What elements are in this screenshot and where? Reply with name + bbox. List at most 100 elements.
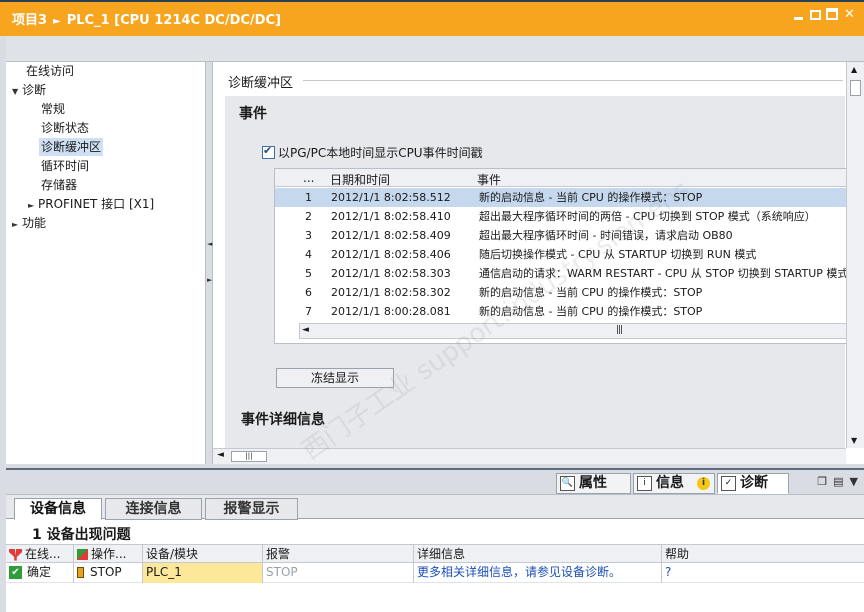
event-detail-title: 事件详细信息 [241, 412, 325, 428]
tab-alarm-display[interactable]: 报警显示 [205, 498, 298, 520]
event-datetime: 2012/1/1 8:02:58.302 [331, 286, 451, 299]
nav-online-access[interactable]: 在线访问 [26, 62, 74, 80]
nav-profinet-label: PROFINET 接口 [X1] [38, 197, 155, 211]
nav-diagnostics[interactable]: ▼ 诊断 [12, 81, 46, 99]
event-row[interactable]: 1 2012/1/1 8:02:58.512 新的启动信息 - 当前 CPU 的操作… [275, 188, 856, 207]
col-event[interactable]: 事件 [477, 171, 501, 188]
col-online[interactable]: 在线... [6, 545, 74, 564]
info-badge-icon: i [697, 477, 710, 490]
online-status-icon [9, 548, 22, 561]
minimize-icon[interactable] [792, 8, 805, 21]
alarm-cell: STOP [263, 563, 414, 583]
device-info-header: 在线... 操作... 设备/模块 报警 详细信息 帮助 [6, 544, 864, 564]
device-cell[interactable]: PLC_1 [143, 563, 263, 583]
event-datetime: 2012/1/1 8:02:58.406 [331, 248, 451, 261]
mode-cell: STOP [74, 563, 143, 583]
expand-down-icon[interactable]: ▼ [12, 83, 22, 101]
scroll-thumb[interactable]: ||| [231, 451, 267, 462]
event-datetime: 2012/1/1 8:02:58.410 [331, 210, 451, 223]
col-online-label: 在线... [25, 547, 61, 561]
scroll-down-icon[interactable]: ▼ [851, 436, 857, 445]
nav-diagnostics-label: 诊断 [22, 83, 47, 97]
detail-link[interactable]: 更多相关详细信息，请参见设备诊断。 [414, 563, 662, 583]
nav-diag-buffer[interactable]: 诊断缓冲区 [39, 138, 104, 156]
scroll-left-icon[interactable]: ◄ [302, 325, 309, 335]
restore-icon[interactable] [810, 10, 821, 20]
editor-toolbar [6, 36, 864, 62]
tab-properties[interactable]: 🔍 属性 [556, 473, 631, 494]
events-title: 事件 [239, 106, 267, 122]
restore-icon[interactable]: ❐ [817, 475, 827, 488]
event-row[interactable]: 4 2012/1/1 8:02:58.406 随后切换操作模式 - CPU 从 ST… [275, 245, 856, 264]
tab-info[interactable]: i 信息 i [633, 473, 715, 494]
online-value: 确定 [27, 565, 52, 579]
device-info-table: 在线... 操作... 设备/模块 报警 详细信息 帮助 ✔ 确定 STOP PL… [6, 544, 864, 612]
section-heading: 诊断缓冲区 [228, 76, 294, 91]
table-row[interactable]: ✔ 确定 STOP PLC_1 STOP 更多相关详细信息，请参见设备诊断。 ? [6, 563, 864, 583]
online-cell: ✔ 确定 [6, 563, 74, 583]
col-help[interactable]: 帮助 [662, 545, 864, 564]
project-name[interactable]: 项目3 [12, 13, 47, 28]
col-mode-label: 操作... [91, 547, 127, 561]
scroll-left-icon[interactable]: ◄ [217, 450, 224, 460]
device-name[interactable]: PLC_1 [CPU 1214C DC/DC/DC] [67, 13, 281, 28]
nav-splitter[interactable]: ◄ ► [205, 62, 213, 464]
event-no: 4 [305, 248, 312, 261]
nav-memory[interactable]: 存储器 [41, 176, 77, 194]
nav-diag-status[interactable]: 诊断状态 [41, 119, 89, 137]
collapse-icon[interactable]: ▼ [850, 475, 858, 488]
event-row[interactable]: 5 2012/1/1 8:02:58.303 通信启动的请求：WARM RESTAR… [275, 264, 856, 283]
event-text: 新的启动信息 - 当前 CPU 的操作模式：STOP [479, 286, 703, 299]
event-text: 超出最大程序循环时间 - 时间错误，请求启动 OB80 [479, 229, 733, 242]
tab-properties-label: 属性 [579, 475, 607, 491]
freeze-display-button[interactable]: 冻结显示 [276, 368, 394, 388]
tab-diagnostics[interactable]: ✓ 诊断 [717, 473, 789, 494]
mode-value: STOP [90, 565, 122, 579]
event-row[interactable]: 3 2012/1/1 8:02:58.409 超出最大程序循环时间 - 时间错误，请… [275, 226, 856, 245]
nav-profinet[interactable]: ► PROFINET 接口 [X1] [28, 195, 154, 213]
local-time-option[interactable]: 以PG/PC本地时间显示CPU事件时间戳 [262, 144, 483, 161]
event-datetime: 2012/1/1 8:02:58.303 [331, 267, 451, 280]
tab-connection-info[interactable]: 连接信息 [105, 498, 202, 520]
maximize-icon[interactable] [826, 8, 838, 20]
event-no: 7 [305, 305, 312, 318]
col-alarm[interactable]: 报警 [263, 545, 414, 564]
scroll-thumb[interactable] [850, 80, 861, 96]
events-panel: 事件 以PG/PC本地时间显示CPU事件时间戳 ... 日期和时间 事件 1 20… [225, 96, 857, 448]
diag-buffer-editor: 诊断缓冲区 事件 以PG/PC本地时间显示CPU事件时间戳 ... 日期和时间 … [213, 62, 864, 464]
collapse-left-icon[interactable]: ◄ [207, 240, 212, 248]
col-datetime[interactable]: 日期和时间 [330, 171, 390, 188]
dock-icon[interactable]: ▤ [833, 475, 843, 488]
col-detail[interactable]: 详细信息 [414, 545, 662, 564]
event-row[interactable]: 6 2012/1/1 8:02:58.302 新的启动信息 - 当前 CPU 的操作… [275, 283, 856, 302]
col-device[interactable]: 设备/模块 [143, 545, 263, 564]
event-row[interactable]: 7 2012/1/1 8:00:28.081 新的启动信息 - 当前 CPU 的操作… [275, 302, 856, 321]
events-hscrollbar[interactable]: ◄ ||| ► [299, 323, 856, 339]
event-row[interactable]: 2 2012/1/1 8:02:58.410 超出最大程序循环时间的两倍 - CPU… [275, 207, 856, 226]
event-no: 6 [305, 286, 312, 299]
tab-info-label: 信息 [656, 475, 684, 491]
tab-device-info[interactable]: 设备信息 [14, 498, 102, 520]
main-vscrollbar[interactable]: ▲ ▼ [846, 62, 864, 448]
close-icon[interactable]: ✕ [843, 8, 856, 21]
col-index[interactable]: ... [303, 171, 314, 185]
expand-right-icon[interactable]: ► [12, 216, 22, 234]
scroll-up-icon[interactable]: ▲ [851, 65, 857, 74]
scroll-grip-icon[interactable]: ||| [616, 325, 623, 335]
events-table-header: ... 日期和时间 事件 [275, 169, 856, 187]
expand-right-icon[interactable]: ► [207, 276, 212, 284]
nav-functions[interactable]: ► 功能 [12, 214, 46, 232]
col-mode[interactable]: 操作... [74, 545, 143, 564]
ok-check-icon: ✔ [9, 566, 22, 579]
tab-diagnostics-label: 诊断 [740, 475, 768, 491]
expand-right-icon[interactable]: ► [28, 197, 38, 215]
event-text: 新的启动信息 - 当前 CPU 的操作模式：STOP [479, 305, 703, 318]
main-hscrollbar[interactable]: ◄ ||| [213, 448, 846, 464]
nav-general[interactable]: 常规 [41, 100, 65, 118]
nav-cycle-time[interactable]: 循环时间 [41, 157, 89, 175]
stop-status-icon [77, 567, 84, 578]
heading-divider [303, 80, 843, 81]
online-diagnostics-tree: 在线访问 ▼ 诊断 常规 诊断状态 诊断缓冲区 循环时间 存储器 ► PROFINE… [6, 62, 206, 464]
help-link[interactable]: ? [662, 563, 864, 583]
local-time-checkbox[interactable] [262, 144, 275, 159]
